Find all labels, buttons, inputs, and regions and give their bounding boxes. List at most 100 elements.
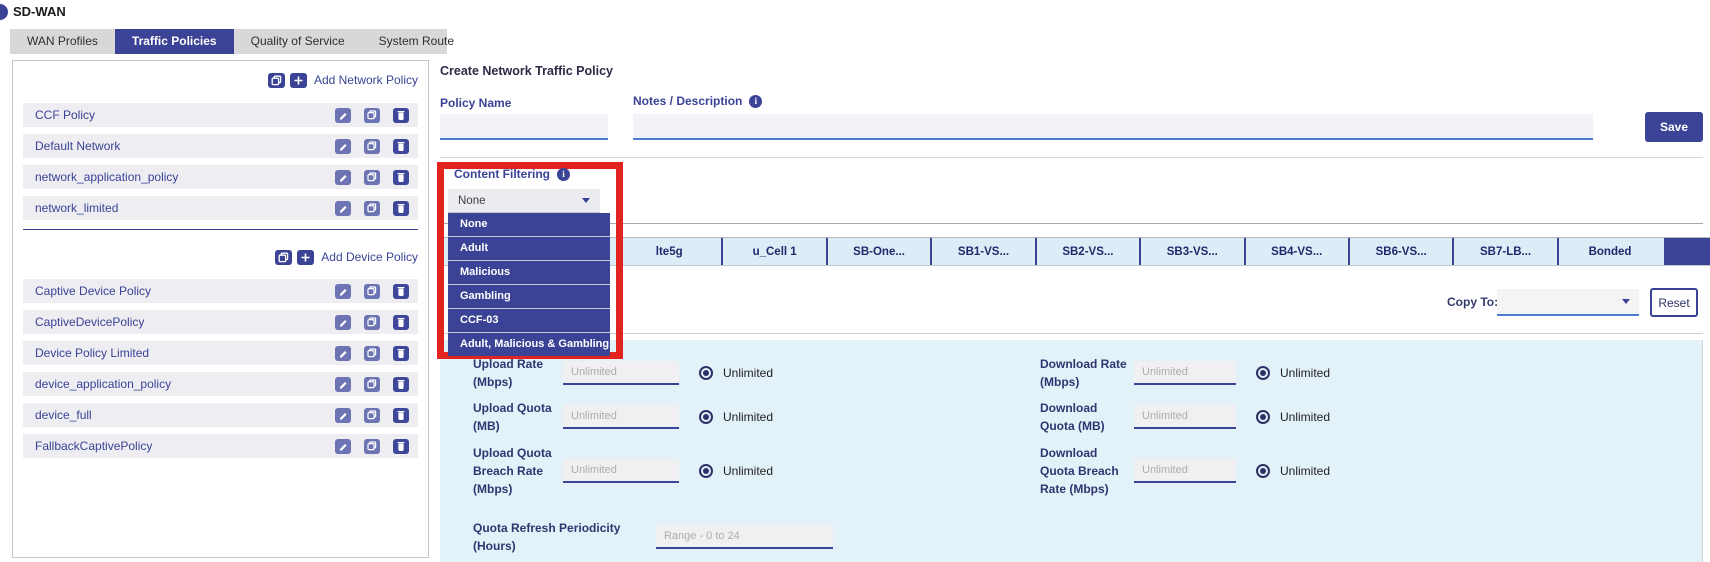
duplicate-icon[interactable] xyxy=(364,284,380,299)
interface-tab-sb4-vs[interactable]: SB4-VS... xyxy=(1244,238,1348,265)
duplicate-icon[interactable] xyxy=(364,377,380,392)
copy-to-dropdown[interactable] xyxy=(1497,289,1639,316)
edit-icon[interactable] xyxy=(335,284,351,299)
content-filtering-dropdown[interactable]: None xyxy=(448,189,600,213)
duplicate-policy-icon[interactable] xyxy=(268,73,285,88)
delete-icon[interactable] xyxy=(393,408,409,423)
policy-row-device-full[interactable]: device_full xyxy=(23,403,418,427)
edit-icon[interactable] xyxy=(335,439,351,454)
duplicate-icon[interactable] xyxy=(364,108,380,123)
policy-row-captive-device-policy[interactable]: Captive Device Policy xyxy=(23,279,418,303)
nav-tab-system-route[interactable]: System Route xyxy=(362,29,471,54)
limit-input[interactable] xyxy=(563,405,679,429)
duplicate-icon[interactable] xyxy=(364,201,380,216)
dropdown-option-malicious[interactable]: Malicious xyxy=(448,261,610,285)
info-icon[interactable] xyxy=(749,95,762,108)
delete-icon[interactable] xyxy=(393,139,409,154)
row-actions xyxy=(335,108,409,123)
plus-icon[interactable] xyxy=(290,73,307,88)
policy-row-network-application-policy[interactable]: network_application_policy xyxy=(23,165,418,189)
edit-icon[interactable] xyxy=(335,139,351,154)
limit-input[interactable] xyxy=(1134,361,1236,385)
radio-unlimited[interactable] xyxy=(1256,464,1270,478)
limit-input[interactable] xyxy=(563,459,679,483)
dropdown-option-gambling[interactable]: Gambling xyxy=(448,285,610,309)
download-limits-column: Download Rate (Mbps) Unlimited Download … xyxy=(1040,352,1400,502)
reset-button[interactable]: Reset xyxy=(1650,288,1698,317)
edit-icon[interactable] xyxy=(335,201,351,216)
policy-name-input[interactable] xyxy=(440,114,608,140)
delete-icon[interactable] xyxy=(393,108,409,123)
add-device-policy-button[interactable]: Add Device Policy xyxy=(321,250,418,264)
plus-icon[interactable] xyxy=(297,250,314,265)
policy-row-network-limited[interactable]: network_limited xyxy=(23,196,418,220)
row-actions xyxy=(335,284,409,299)
info-icon[interactable] xyxy=(557,168,570,181)
interface-tab-bonded[interactable]: Bonded xyxy=(1557,238,1661,265)
interface-tab-sb6-vs[interactable]: SB6-VS... xyxy=(1348,238,1452,265)
policy-name: network_application_policy xyxy=(35,170,335,184)
interface-tab-sb2-vs[interactable]: SB2-VS... xyxy=(1035,238,1139,265)
interface-tab-sb1-vs[interactable]: SB1-VS... xyxy=(930,238,1034,265)
edit-icon[interactable] xyxy=(335,346,351,361)
edit-icon[interactable] xyxy=(335,377,351,392)
field-label: Download Rate (Mbps) xyxy=(1040,355,1128,391)
interface-tab-sb7-lb[interactable]: SB7-LB... xyxy=(1452,238,1556,265)
policy-name: Default Network xyxy=(35,139,335,153)
limit-row-download-quota-mb: Download Quota (MB) Unlimited xyxy=(1040,394,1400,440)
nav-tab-wan-profiles[interactable]: WAN Profiles xyxy=(10,29,115,54)
duplicate-icon[interactable] xyxy=(364,139,380,154)
delete-icon[interactable] xyxy=(393,284,409,299)
policy-row-ccf-policy[interactable]: CCF Policy xyxy=(23,103,418,127)
policy-row-fallbackcaptivepolicy[interactable]: FallbackCaptivePolicy xyxy=(23,434,418,458)
limit-input[interactable] xyxy=(656,525,833,549)
limit-input[interactable] xyxy=(1134,459,1236,483)
limit-input[interactable] xyxy=(1134,405,1236,429)
delete-icon[interactable] xyxy=(393,346,409,361)
interface-tab-lte5g[interactable]: lte5g xyxy=(617,238,721,265)
duplicate-icon[interactable] xyxy=(364,346,380,361)
edit-icon[interactable] xyxy=(335,408,351,423)
policy-row-device-application-policy[interactable]: device_application_policy xyxy=(23,372,418,396)
radio-unlimited[interactable] xyxy=(699,410,713,424)
row-actions xyxy=(335,315,409,330)
interface-tab-u-cell-1[interactable]: u_Cell 1 xyxy=(721,238,825,265)
edit-icon[interactable] xyxy=(335,315,351,330)
dropdown-option-adult-malicious-gambling[interactable]: Adult, Malicious & Gambling xyxy=(448,333,610,356)
dropdown-option-ccf-03[interactable]: CCF-03 xyxy=(448,309,610,333)
radio-unlimited[interactable] xyxy=(1256,366,1270,380)
duplicate-icon[interactable] xyxy=(364,408,380,423)
dropdown-option-none[interactable]: None xyxy=(448,213,610,237)
radio-unlimited[interactable] xyxy=(699,464,713,478)
policy-row-captivedevicepolicy[interactable]: CaptiveDevicePolicy xyxy=(23,310,418,334)
delete-icon[interactable] xyxy=(393,170,409,185)
dropdown-option-adult[interactable]: Adult xyxy=(448,237,610,261)
delete-icon[interactable] xyxy=(393,315,409,330)
edit-icon[interactable] xyxy=(335,170,351,185)
delete-icon[interactable] xyxy=(393,439,409,454)
copy-to-label: Copy To: xyxy=(1447,295,1498,309)
chevron-down-icon xyxy=(1622,299,1630,304)
duplicate-icon[interactable] xyxy=(364,315,380,330)
limit-input[interactable] xyxy=(563,361,679,385)
policy-row-default-network[interactable]: Default Network xyxy=(23,134,418,158)
radio-unlimited[interactable] xyxy=(1256,410,1270,424)
save-button[interactable]: Save xyxy=(1645,112,1703,142)
interface-tab-sb-one[interactable]: SB-One... xyxy=(826,238,930,265)
content-filtering-label: Content Filtering xyxy=(454,167,550,181)
nav-tab-traffic-policies[interactable]: Traffic Policies xyxy=(115,29,234,54)
edit-icon[interactable] xyxy=(335,108,351,123)
radio-unlimited[interactable] xyxy=(699,366,713,380)
duplicate-icon[interactable] xyxy=(364,170,380,185)
interface-tab-scroll-button[interactable] xyxy=(1664,238,1710,265)
delete-icon[interactable] xyxy=(393,201,409,216)
notes-input[interactable] xyxy=(633,114,1593,140)
policy-row-device-policy-limited[interactable]: Device Policy Limited xyxy=(23,341,418,365)
delete-icon[interactable] xyxy=(393,377,409,392)
duplicate-icon[interactable] xyxy=(364,439,380,454)
interface-tab-sb3-vs[interactable]: SB3-VS... xyxy=(1139,238,1243,265)
nav-tab-quality-of-service[interactable]: Quality of Service xyxy=(234,29,362,54)
field-label: Upload Quota (MB) xyxy=(473,399,557,435)
duplicate-policy-icon[interactable] xyxy=(275,250,292,265)
add-network-policy-button[interactable]: Add Network Policy xyxy=(314,73,418,87)
